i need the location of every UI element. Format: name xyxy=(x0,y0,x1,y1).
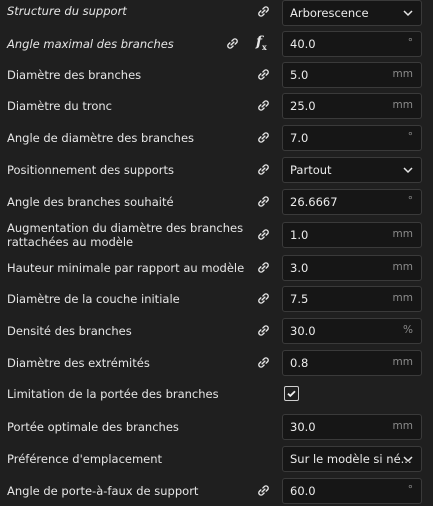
setting-row-trunk-diameter: Diamètre du tronc 25.0 mm xyxy=(0,93,433,119)
setting-label: Angle de diamètre des branches xyxy=(7,131,195,145)
setting-row-support-overhang-angle: Angle de porte-à-faux de support 60.0 ° xyxy=(0,478,433,504)
setting-row-branch-diameter: Diamètre des branches 5.0 mm xyxy=(0,62,433,88)
input-value: 1.0 xyxy=(290,228,309,242)
unit-label: mm xyxy=(392,99,413,111)
setting-row-branch-density: Densité des branches 30.0 % xyxy=(0,318,433,344)
setting-row-branch-diameter-increase: Augmentation du diamètre des branches ra… xyxy=(0,221,433,249)
branch-diameter-angle-input[interactable]: 7.0 ° xyxy=(282,125,422,151)
chevron-down-icon xyxy=(403,456,413,463)
link-icon[interactable] xyxy=(256,4,271,19)
formula-sub: x xyxy=(262,41,267,52)
input-value: 30.0 xyxy=(290,420,316,434)
chevron-down-icon xyxy=(403,167,413,174)
setting-row-placement-preference: Préférence d'emplacement Sur le modèle s… xyxy=(0,446,433,472)
setting-label: Angle maximal des branches xyxy=(7,37,174,51)
setting-label: Diamètre de la couche initiale xyxy=(7,292,180,306)
setting-label: Diamètre des extrémités xyxy=(7,356,150,370)
link-icon[interactable] xyxy=(256,483,271,498)
placement-preference-select[interactable]: Sur le modèle si né... xyxy=(282,446,422,472)
unit-label: mm xyxy=(392,292,413,304)
support-placement-select[interactable]: Partout xyxy=(282,157,422,183)
setting-row-optimal-branch-reach: Portée optimale des branches 30.0 mm xyxy=(0,414,433,440)
unit-label: mm xyxy=(392,356,413,368)
unit-label: % xyxy=(403,324,413,336)
setting-row-preferred-branch-angle: Angle des branches souhaité 26.6667 ° xyxy=(0,189,433,215)
support-overhang-angle-input[interactable]: 60.0 ° xyxy=(282,478,422,504)
setting-label: Limitation de la portée des branches xyxy=(7,387,219,401)
branch-density-input[interactable]: 30.0 % xyxy=(282,318,422,344)
branch-diameter-input[interactable]: 5.0 mm xyxy=(282,62,422,88)
link-icon[interactable] xyxy=(256,67,271,82)
setting-row-max-branch-angle: Angle maximal des branches fx 40.0 ° xyxy=(0,31,433,57)
link-icon[interactable] xyxy=(256,355,271,370)
setting-label: Préférence d'emplacement xyxy=(7,452,163,466)
link-icon[interactable] xyxy=(256,98,271,113)
min-height-to-model-input[interactable]: 3.0 mm xyxy=(282,255,422,281)
link-icon[interactable] xyxy=(256,130,271,145)
setting-label: Positionnement des supports xyxy=(7,163,175,177)
link-icon[interactable] xyxy=(225,36,240,51)
select-value: Sur le modèle si né... xyxy=(290,452,412,466)
input-value: 5.0 xyxy=(290,68,309,82)
unit-label: ° xyxy=(407,195,413,207)
input-value: 0.8 xyxy=(290,356,309,370)
tip-diameter-input[interactable]: 0.8 mm xyxy=(282,350,422,376)
unit-label: mm xyxy=(392,68,413,80)
max-branch-angle-input[interactable]: 40.0 ° xyxy=(282,31,422,57)
setting-row-branch-diameter-angle: Angle de diamètre des branches 7.0 ° xyxy=(0,125,433,151)
setting-row-initial-layer-diameter: Diamètre de la couche initiale 7.5 mm xyxy=(0,286,433,312)
setting-label: Diamètre des branches xyxy=(7,68,142,82)
link-icon[interactable] xyxy=(256,323,271,338)
support-structure-select[interactable]: Arborescence xyxy=(282,0,422,26)
initial-layer-diameter-input[interactable]: 7.5 mm xyxy=(282,286,422,312)
input-value: 26.6667 xyxy=(290,195,338,209)
input-value: 30.0 xyxy=(290,324,316,338)
setting-label: Angle de porte-à-faux de support xyxy=(7,484,199,498)
preferred-branch-angle-input[interactable]: 26.6667 ° xyxy=(282,189,422,215)
link-icon[interactable] xyxy=(256,227,271,242)
setting-row-limit-branch-reach: Limitation de la portée des branches xyxy=(0,383,433,405)
input-value: 40.0 xyxy=(290,37,316,51)
formula-icon[interactable]: fx xyxy=(256,34,267,52)
unit-label: ° xyxy=(407,484,413,496)
input-value: 60.0 xyxy=(290,484,316,498)
link-icon[interactable] xyxy=(256,260,271,275)
unit-label: mm xyxy=(392,420,413,432)
chevron-down-icon xyxy=(403,10,413,17)
limit-branch-reach-checkbox[interactable] xyxy=(284,386,299,401)
select-value: Partout xyxy=(290,163,332,177)
select-value: Arborescence xyxy=(290,6,369,20)
input-value: 25.0 xyxy=(290,99,316,113)
unit-label: mm xyxy=(392,261,413,273)
optimal-branch-reach-input[interactable]: 30.0 mm xyxy=(282,414,422,440)
link-icon[interactable] xyxy=(256,162,271,177)
checkmark-icon xyxy=(287,390,296,398)
setting-label: Portée optimale des branches xyxy=(7,420,179,434)
setting-label: Augmentation du diamètre des branches ra… xyxy=(7,221,244,249)
unit-label: mm xyxy=(392,228,413,240)
input-value: 7.5 xyxy=(290,292,309,306)
unit-label: ° xyxy=(407,131,413,143)
trunk-diameter-input[interactable]: 25.0 mm xyxy=(282,93,422,119)
unit-label: ° xyxy=(407,37,413,49)
input-value: 7.0 xyxy=(290,131,309,145)
setting-label: Angle des branches souhaité xyxy=(7,195,174,209)
link-icon[interactable] xyxy=(256,291,271,306)
setting-row-min-height-to-model: Hauteur minimale par rapport au modèle 3… xyxy=(0,255,433,281)
setting-label: Diamètre du tronc xyxy=(7,99,112,113)
setting-row-support-placement: Positionnement des supports Partout xyxy=(0,157,433,183)
link-icon[interactable] xyxy=(256,194,271,209)
setting-row-tip-diameter: Diamètre des extrémités 0.8 mm xyxy=(0,350,433,376)
setting-row-support-structure: Structure du support Arborescence xyxy=(0,0,433,26)
setting-label: Structure du support xyxy=(7,4,127,18)
setting-label: Densité des branches xyxy=(7,324,132,338)
branch-diameter-increase-input[interactable]: 1.0 mm xyxy=(282,222,422,248)
setting-label: Hauteur minimale par rapport au modèle xyxy=(7,261,245,275)
input-value: 3.0 xyxy=(290,261,309,275)
